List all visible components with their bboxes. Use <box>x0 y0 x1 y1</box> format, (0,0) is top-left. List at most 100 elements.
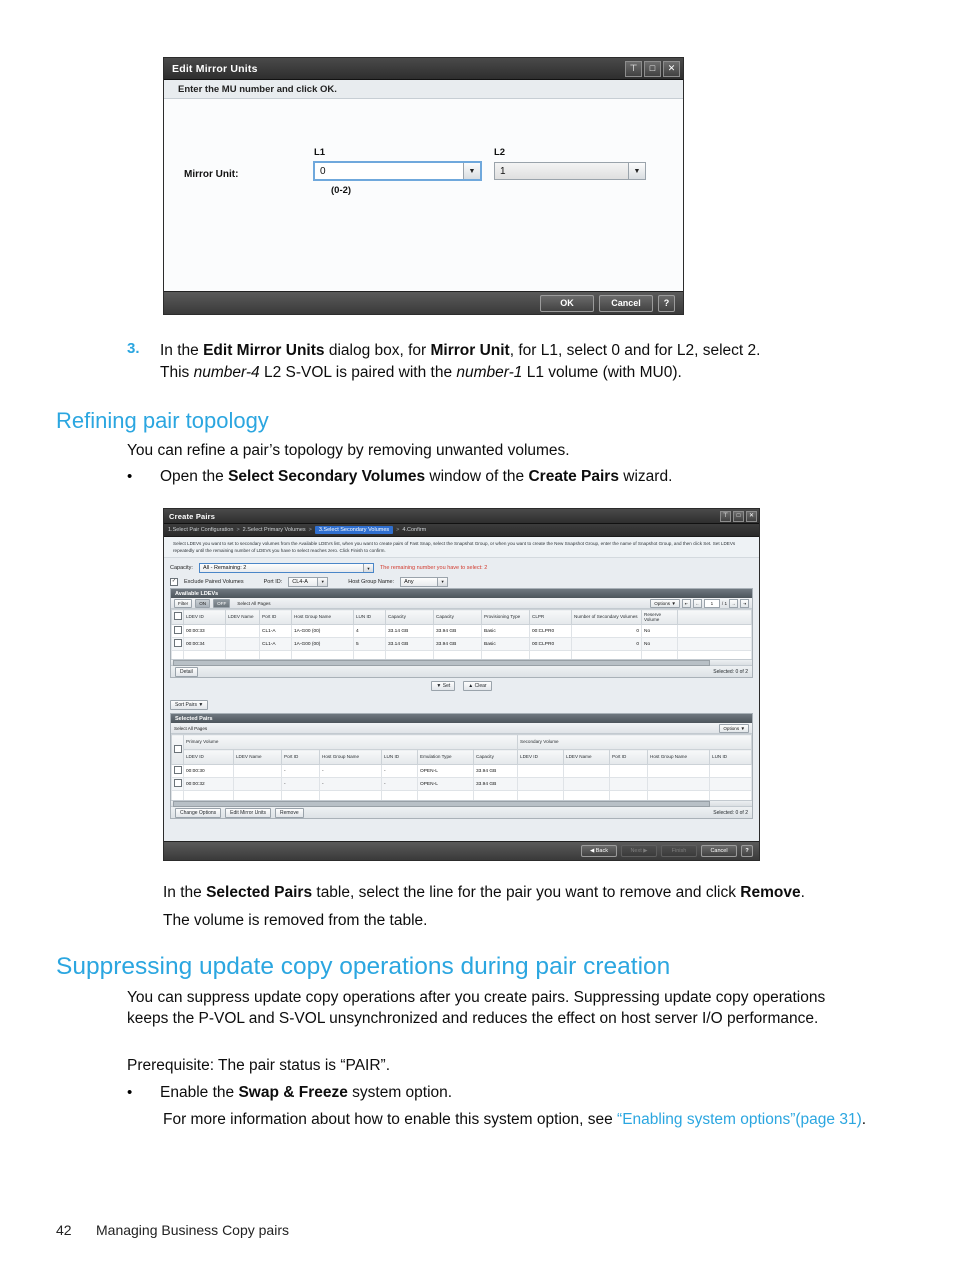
remove-button[interactable]: Remove <box>274 807 304 818</box>
chevron-down-icon[interactable]: ▼ <box>317 577 328 586</box>
maximize-icon[interactable]: □ <box>733 510 744 522</box>
col-primary-lun-id[interactable]: LUN ID <box>381 749 418 765</box>
col-clpr[interactable]: CLPR <box>529 609 572 625</box>
col-provisioning-type[interactable]: Provisioning Type <box>481 609 530 625</box>
select-all-checkbox-header[interactable] <box>171 609 184 625</box>
pin-icon[interactable]: ⊤ <box>625 60 642 77</box>
col-capacity-2[interactable]: Capacity <box>433 609 482 625</box>
cancel-button[interactable]: Cancel <box>701 845 737 857</box>
wizard-step-1[interactable]: 1.Select Pair Configuration <box>168 527 233 533</box>
row-checkbox[interactable] <box>171 637 184 651</box>
checkbox-icon[interactable] <box>174 744 182 753</box>
first-page-button[interactable]: ⇤ <box>681 598 691 608</box>
wizard-step-3[interactable]: 3.Select Secondary Volumes <box>314 526 394 534</box>
next-button[interactable]: Next ▶ <box>621 845 657 857</box>
options-button[interactable]: Options ▼ <box>719 723 749 733</box>
exclude-paired-checkbox[interactable]: ✓ <box>170 577 178 586</box>
col-primary-capacity[interactable]: Capacity <box>472 749 519 765</box>
next-page-button[interactable]: → <box>729 598 738 608</box>
selected-pairs-grid-scroll[interactable]: Primary Volume Secondary Volume LDEV ID … <box>171 734 752 800</box>
detail-button[interactable]: Detail <box>175 666 198 677</box>
options-button[interactable]: Options ▼ <box>650 598 680 608</box>
finish-button[interactable]: Finish <box>661 845 697 857</box>
select-all-checkbox-header[interactable] <box>171 734 184 765</box>
host-group-name-select[interactable]: Any ▼ <box>400 576 449 587</box>
clear-button[interactable]: ▲ Clear <box>463 681 492 691</box>
col-primary-ldev-id[interactable]: LDEV ID <box>183 749 234 765</box>
col-number-of-secondary-volumes[interactable]: Number of Secondary Volumes <box>571 609 642 625</box>
table-row[interactable]: 00:00:33 CL1-A 1A-G00 (00) 4 33.14 GB 33… <box>171 624 752 638</box>
sort-pairs-button[interactable]: Sort Pairs ▼ <box>170 700 209 710</box>
col-reserve-volume[interactable]: Reserve Volume <box>641 609 678 625</box>
col-primary-ldev-name[interactable]: LDEV Name <box>233 749 282 765</box>
edit-mirror-units-button[interactable]: Edit Mirror Units <box>225 807 271 818</box>
filter-button[interactable]: Filter <box>174 598 193 608</box>
cell-empty <box>563 790 611 800</box>
page-number: 42 <box>56 1222 72 1238</box>
wizard-step-4[interactable]: 4.Confirm <box>402 527 426 533</box>
checkbox-icon[interactable] <box>174 779 182 787</box>
change-options-button[interactable]: Change Options <box>175 807 222 818</box>
col-host-group-name[interactable]: Host Group Name <box>291 609 354 625</box>
select-all-pages-link[interactable]: Select All Pages <box>174 726 207 731</box>
col-lun-id[interactable]: LUN ID <box>353 609 386 625</box>
col-primary-emulation-type[interactable]: Emulation Type <box>417 749 474 765</box>
col-secondary-host-group-name[interactable]: Host Group Name <box>647 749 711 765</box>
col-port-id[interactable]: Port ID <box>259 609 292 625</box>
row-checkbox[interactable] <box>171 624 184 638</box>
table-row[interactable]: 00:00:30 - - - OPEN-L 33.94 GB <box>171 764 752 778</box>
ok-button[interactable]: OK <box>540 294 594 312</box>
page-31-link[interactable]: (page 31) <box>795 1111 861 1128</box>
filter-off-button[interactable]: OFF <box>213 598 231 608</box>
scrollbar-thumb[interactable] <box>173 659 710 666</box>
l1-mirror-unit-select[interactable]: 0 ▼ <box>313 161 482 181</box>
pin-icon[interactable]: ⊤ <box>720 510 731 522</box>
col-secondary-lun-id[interactable]: LUN ID <box>709 749 752 765</box>
help-button[interactable]: ? <box>741 845 753 857</box>
close-icon[interactable]: ✕ <box>663 60 680 77</box>
cell-empty <box>641 650 678 659</box>
table-row[interactable]: 00:00:34 CL1-A 1A-G00 (00) 5 33.14 GB 33… <box>171 637 752 651</box>
row-checkbox[interactable] <box>171 777 184 791</box>
suppressing-bullet-text: Enable the Swap & Freeze system option. <box>160 1082 887 1104</box>
chevron-down-icon[interactable]: ▼ <box>463 163 480 179</box>
col-secondary-port-id[interactable]: Port ID <box>609 749 649 765</box>
col-ldev-name[interactable]: LDEV Name <box>225 609 260 625</box>
back-button[interactable]: ◀ Back <box>581 845 617 857</box>
checkbox-icon[interactable] <box>174 626 182 634</box>
col-primary-port-id[interactable]: Port ID <box>281 749 320 765</box>
capacity-select[interactable]: All - Remaining: 2 ▼ <box>198 563 374 573</box>
select-all-pages-link[interactable]: Select All Pages <box>237 601 270 606</box>
col-primary-host-group-name[interactable]: Host Group Name <box>319 749 382 765</box>
chevron-down-icon[interactable]: ▼ <box>628 163 645 179</box>
checkbox-icon[interactable] <box>174 612 182 621</box>
chevron-down-icon[interactable]: ▼ <box>437 577 448 586</box>
chevron-down-icon[interactable]: ▼ <box>362 564 373 572</box>
last-page-button[interactable]: ⇥ <box>740 598 749 608</box>
col-ldev-id[interactable]: LDEV ID <box>183 609 226 625</box>
cancel-button[interactable]: Cancel <box>599 294 653 312</box>
col-capacity-1[interactable]: Capacity <box>385 609 434 625</box>
close-icon[interactable]: ✕ <box>746 510 757 522</box>
l2-mirror-unit-select[interactable]: 1 ▼ <box>494 162 646 180</box>
maximize-icon[interactable]: □ <box>644 60 661 77</box>
checkbox-icon[interactable] <box>174 766 182 774</box>
selected-pairs-hscrollbar[interactable] <box>171 800 752 807</box>
prev-page-button[interactable]: ← <box>692 598 702 608</box>
page-number-input[interactable]: 1 <box>703 598 720 608</box>
table-row[interactable]: 00:00:32 - - - OPEN-L 33.94 GB <box>171 777 752 791</box>
available-ldevs-grid-scroll[interactable]: LDEV ID LDEV Name Port ID Host Group Nam… <box>171 609 752 659</box>
checkbox-icon[interactable] <box>174 639 182 647</box>
col-secondary-ldev-name[interactable]: LDEV Name <box>563 749 611 765</box>
set-button[interactable]: ▼ Set <box>431 681 456 691</box>
wizard-step-2[interactable]: 2.Select Primary Volumes <box>243 527 306 533</box>
row-checkbox[interactable] <box>171 764 184 778</box>
port-id-select[interactable]: CL4-A ▼ <box>288 576 329 587</box>
help-button[interactable]: ? <box>658 294 675 312</box>
filter-on-button[interactable]: ON <box>195 598 211 608</box>
clear-button-label: Clear <box>474 683 487 689</box>
col-secondary-ldev-id[interactable]: LDEV ID <box>517 749 565 765</box>
enabling-system-options-link[interactable]: “Enabling system options” <box>617 1111 795 1128</box>
scrollbar-thumb[interactable] <box>173 800 710 807</box>
available-ldevs-hscrollbar[interactable] <box>171 659 752 666</box>
